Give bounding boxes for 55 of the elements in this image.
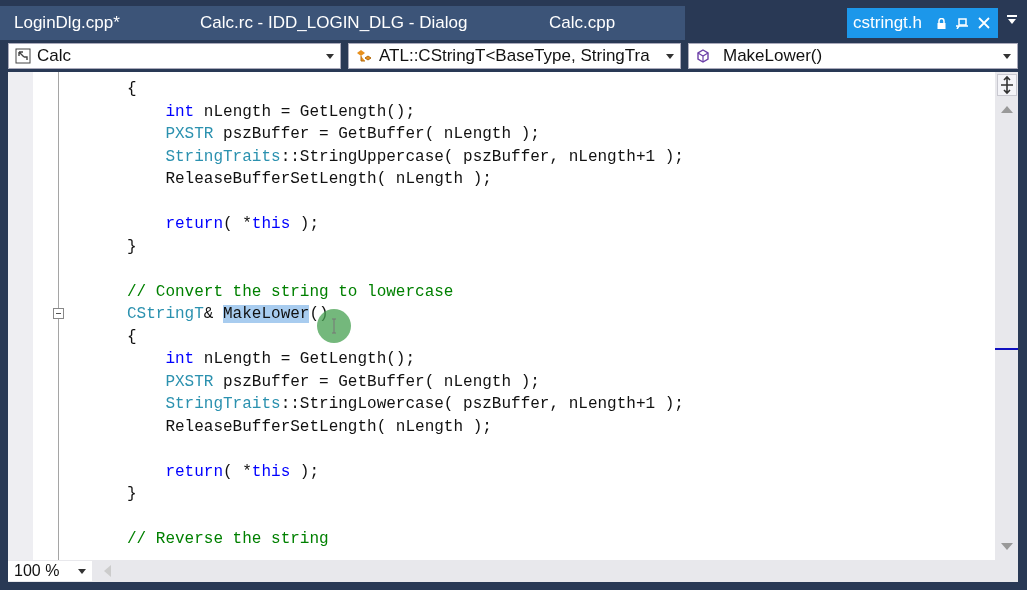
class-icon [355,48,373,64]
keyword-text: int [164,350,195,368]
code-text: { [127,327,137,346]
scroll-up-icon[interactable] [1000,106,1013,113]
code-comment: // Reverse the string [127,530,329,548]
split-icon[interactable] [996,74,1017,96]
pin-icon[interactable] [955,17,969,29]
cube-icon [695,48,711,64]
keyword-text: int [164,102,195,121]
selected-text: MakeLower [223,305,310,323]
type-name-text: StringTraits [164,147,281,166]
tab-list-dropdown-icon[interactable] [1006,14,1018,26]
code-text: ::StringUppercase( pszBuffer, nLength+1 ); [280,147,684,166]
type-name-text: PXSTR [164,372,214,391]
code-text: & [203,305,215,323]
code-text: ReleaseBufferSetLength( nLength ); [164,170,492,188]
type-name-text: StringTraits [164,395,281,413]
code-text: ); [298,462,320,481]
code-text: ( * [223,215,252,233]
collapse-toggle[interactable] [53,308,64,319]
lock-icon [937,17,946,29]
caret-icon [78,568,86,574]
code-text: nLength = GetLength(); [202,350,416,368]
code-text: nLength = GetLength(); [202,102,416,121]
code-text: ); [298,215,320,233]
caret-position-marker [995,348,1018,350]
code-text: ::StringLowercase( pszBuffer, nLength+1 ); [280,395,684,413]
keyword-text: return [164,215,223,233]
document-tab[interactable]: Calc.rc - IDD_LOGIN_DLG - Dialog [186,13,535,33]
keyword-text: this [251,215,291,233]
caret-icon [666,53,674,59]
scroll-down-icon[interactable] [1000,543,1013,550]
code-text: } [127,485,137,503]
code-text: pszBuffer = GetBuffer( nLength ); [222,125,540,143]
type-dropdown[interactable]: ATL::CStringT<BaseType, StringTra [348,43,681,69]
keyword-text: this [251,462,291,481]
member-dropdown[interactable]: MakeLower() [688,43,1018,69]
code-text: { [127,80,137,98]
caret-icon [326,53,334,59]
type-name-text: CStringT [127,305,204,323]
document-tab[interactable]: Calc.cpp [535,13,685,33]
code-text: } [127,237,137,256]
code-text: ( * [223,462,252,481]
zoom-dropdown[interactable]: 100 % [8,561,92,581]
code-text: ReleaseBufferSetLength( nLength ); [164,417,492,436]
project-dropdown[interactable]: Calc [8,43,341,69]
caret-icon [1003,53,1011,59]
keyword-text: return [164,462,223,481]
type-name-text: PXSTR [164,125,214,143]
project-icon [15,48,31,64]
document-tab[interactable]: LoginDlg.cpp* [0,13,186,33]
close-icon[interactable] [978,17,990,29]
code-text: () [309,305,329,323]
code-text: pszBuffer = GetBuffer( nLength ); [222,372,540,391]
code-comment: // Convert the string to lowercase [127,282,454,301]
